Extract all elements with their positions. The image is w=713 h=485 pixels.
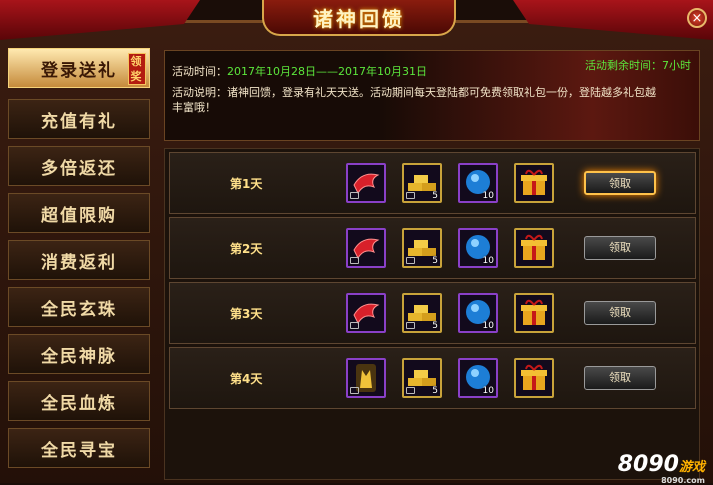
sidebar-item-meridian[interactable]: 全民神脉 xyxy=(8,334,150,374)
event-info-banner: 活动时间：2017年10月28日——2017年10月31日 活动剩余时间：7小时… xyxy=(164,50,700,141)
sidebar-item-label: 全民玄珠 xyxy=(41,299,117,320)
claim-button[interactable]: 领取 xyxy=(584,236,656,260)
sidebar-item-login-gift[interactable]: 登录送礼 领奖 xyxy=(8,48,150,88)
logo-url: 8090.com xyxy=(661,476,705,485)
day-row: 第2天 5 10 领取 xyxy=(169,217,696,279)
sidebar-item-label: 充值有礼 xyxy=(41,111,117,132)
site-logo: 8090游戏 8090.com xyxy=(617,452,705,485)
sidebar-item-pearl[interactable]: 全民玄珠 xyxy=(8,287,150,327)
item-count: 5 xyxy=(432,256,438,266)
sidebar-item-multi-return[interactable]: 多倍返还 xyxy=(8,146,150,186)
red-wing-icon[interactable] xyxy=(346,228,386,268)
day-row: 第3天 5 10 领取 xyxy=(169,282,696,344)
event-time-value: 2017年10月28日——2017年10月31日 xyxy=(227,65,427,78)
day-row: 第1天 5 10 领取 xyxy=(169,152,696,214)
sidebar-item-label: 全民寻宝 xyxy=(41,440,117,461)
item-count: 10 xyxy=(482,321,494,331)
day-label: 第3天 xyxy=(230,307,263,321)
gold-bars-icon[interactable]: 5 xyxy=(402,163,442,203)
gold-bars-icon[interactable]: 5 xyxy=(402,293,442,333)
event-description: 活动说明：诸神回馈，登录有礼天天送。活动期间每天登陆都可免费领取礼包一份，登陆越… xyxy=(172,86,656,114)
sidebar-item-label: 全民神脉 xyxy=(41,346,117,367)
time-remaining: 活动剩余时间：7小时 xyxy=(585,59,691,72)
blue-orb-icon[interactable]: 10 xyxy=(458,163,498,203)
gift-box-icon[interactable] xyxy=(514,358,554,398)
claim-button[interactable]: 领取 xyxy=(584,171,656,195)
day-label: 第1天 xyxy=(230,177,263,191)
gift-box-icon[interactable] xyxy=(514,163,554,203)
red-wing-icon[interactable] xyxy=(346,293,386,333)
item-count: 10 xyxy=(482,386,494,396)
sidebar-item-label: 全民血炼 xyxy=(41,393,117,414)
item-count: 5 xyxy=(432,321,438,331)
sidebar-item-recharge-gift[interactable]: 充值有礼 xyxy=(8,99,150,139)
claim-button[interactable]: 领取 xyxy=(584,366,656,390)
event-time-label: 活动时间： xyxy=(172,65,227,78)
sidebar-item-label: 超值限购 xyxy=(41,205,117,226)
sidebar-item-spend-rebate[interactable]: 消费返利 xyxy=(8,240,150,280)
sidebar-item-treasure-hunt[interactable]: 全民寻宝 xyxy=(8,428,150,468)
item-count: 5 xyxy=(432,191,438,201)
claim-reward-badge: 领奖 xyxy=(128,53,146,85)
day-label: 第4天 xyxy=(230,372,263,386)
sidebar-item-label: 多倍返还 xyxy=(41,158,117,179)
red-wing-icon[interactable] xyxy=(346,163,386,203)
gift-box-icon[interactable] xyxy=(514,228,554,268)
item-count: 10 xyxy=(482,256,494,266)
blue-orb-icon[interactable]: 10 xyxy=(458,358,498,398)
gold-bars-icon[interactable]: 5 xyxy=(402,228,442,268)
gift-box-icon[interactable] xyxy=(514,293,554,333)
blue-orb-icon[interactable]: 10 xyxy=(458,293,498,333)
item-count: 10 xyxy=(482,191,494,201)
event-time: 活动时间：2017年10月28日——2017年10月31日 xyxy=(172,63,427,79)
logo-sub: 游戏 xyxy=(678,460,705,475)
claim-button[interactable]: 领取 xyxy=(584,301,656,325)
golden-armor-icon[interactable] xyxy=(346,358,386,398)
day-row: 第4天 5 10 领取 xyxy=(169,347,696,409)
gold-bars-icon[interactable]: 5 xyxy=(402,358,442,398)
sidebar: 登录送礼 领奖 充值有礼 多倍返还 超值限购 消费返利 全民玄珠 全民神脉 全民… xyxy=(4,42,154,482)
logo-main: 8090 xyxy=(617,452,679,477)
sidebar-item-label: 消费返利 xyxy=(41,252,117,273)
window-title: 诸神回馈 xyxy=(262,0,456,36)
sidebar-item-limited-deal[interactable]: 超值限购 xyxy=(8,193,150,233)
sidebar-item-label: 登录送礼 xyxy=(41,60,117,81)
blue-orb-icon[interactable]: 10 xyxy=(458,228,498,268)
day-label: 第2天 xyxy=(230,242,263,256)
sidebar-item-blood-refine[interactable]: 全民血炼 xyxy=(8,381,150,421)
close-button[interactable]: × xyxy=(687,8,707,28)
item-count: 5 xyxy=(432,386,438,396)
reward-list: 第1天 5 10 领取 第2天 5 10 领取 第3天 5 10 领取 第4天 … xyxy=(164,148,700,480)
